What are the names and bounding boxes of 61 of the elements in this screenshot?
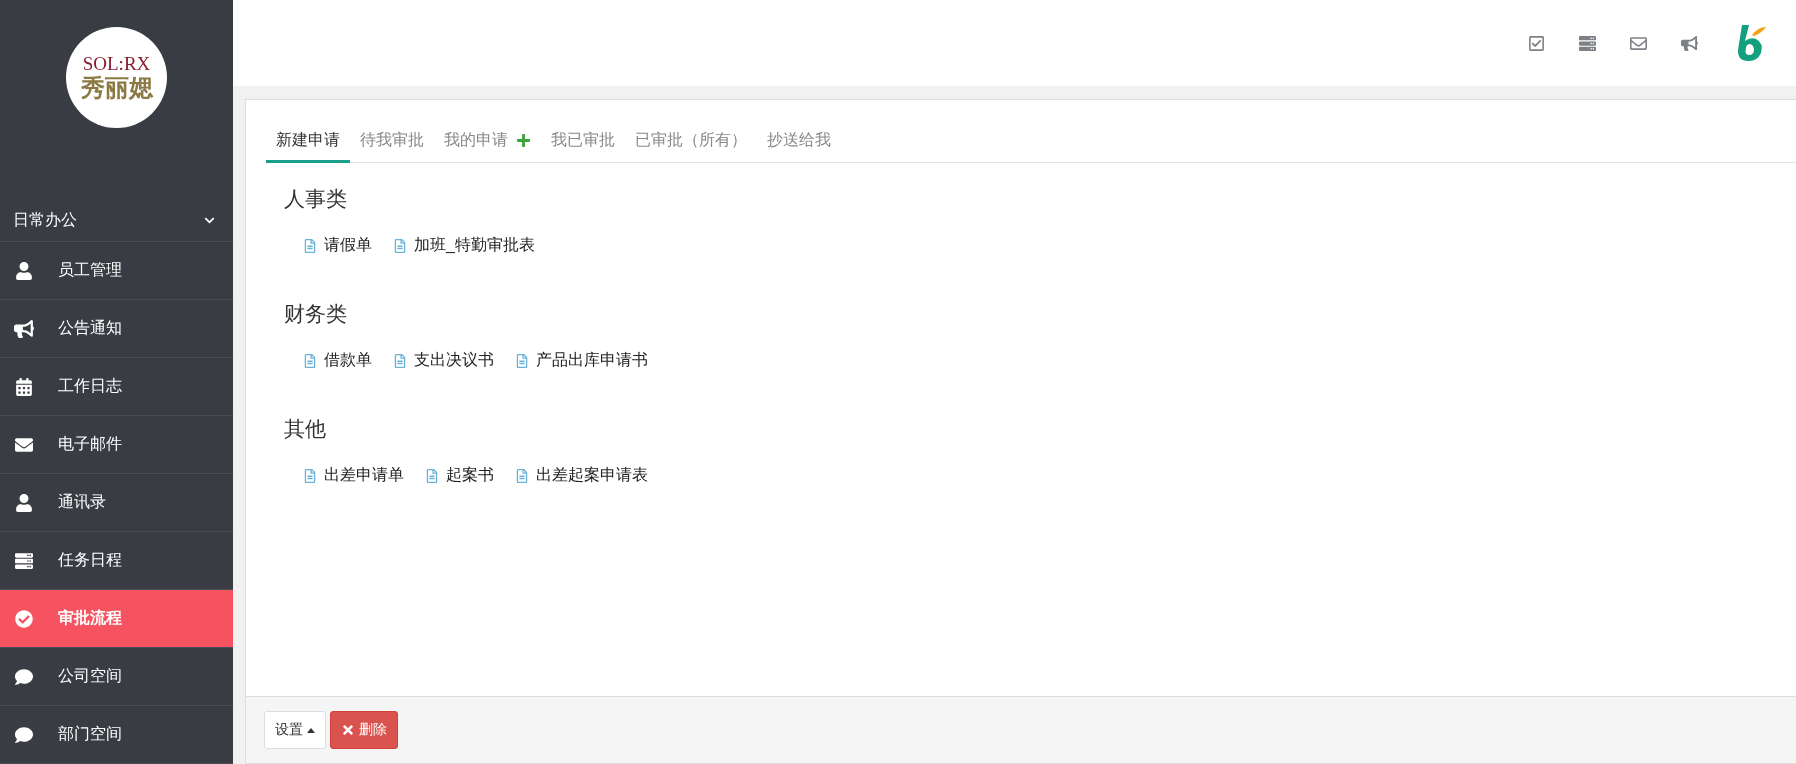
calendar-icon xyxy=(14,377,34,396)
document-icon xyxy=(516,468,528,483)
sidebar-item-label: 公司空间 xyxy=(58,666,122,686)
speech-bubble-icon xyxy=(14,725,34,744)
sidebar-item-label: 员工管理 xyxy=(58,260,122,280)
close-icon xyxy=(341,723,355,737)
logo-brand: SOL:RX xyxy=(82,53,151,73)
sidebar-item[interactable]: 员工管理 xyxy=(0,242,233,300)
sidebar-item[interactable]: 电子邮件 xyxy=(0,416,233,474)
tab[interactable]: 抄送给我 xyxy=(757,124,841,163)
megaphone-icon[interactable] xyxy=(1681,34,1698,52)
person-icon xyxy=(14,493,34,512)
sidebar-item[interactable]: 工作日志 xyxy=(0,358,233,416)
tab[interactable]: 我已审批 xyxy=(541,124,625,163)
caret-icon xyxy=(307,727,315,733)
tab[interactable]: 待我审批 xyxy=(350,124,434,163)
envelope-icon xyxy=(14,435,34,454)
envelope-icon[interactable] xyxy=(1630,34,1647,52)
form-link[interactable]: 请假单 xyxy=(304,235,372,256)
sidebar-item-label: 工作日志 xyxy=(58,376,122,396)
sidebar-item[interactable]: 通讯录 xyxy=(0,474,233,532)
category-title: 财务类 xyxy=(284,301,348,327)
tab[interactable]: 已审批（所有） xyxy=(625,124,757,163)
stack-icon xyxy=(14,551,34,570)
document-icon xyxy=(304,238,316,253)
sidebar-item-label: 通讯录 xyxy=(58,492,106,512)
sidebar-item[interactable]: 公司空间 xyxy=(0,648,233,706)
form-link[interactable]: 出差申请单 xyxy=(304,465,404,486)
delete-button[interactable]: 删除 xyxy=(330,711,398,749)
category-title: 其他 xyxy=(284,416,327,442)
document-icon xyxy=(304,468,316,483)
document-icon xyxy=(426,468,438,483)
form-link[interactable]: 借款单 xyxy=(304,350,372,371)
document-icon xyxy=(304,353,316,368)
form-link[interactable]: 支出决议书 xyxy=(394,350,494,371)
document-icon xyxy=(516,353,528,368)
logo-name: 秀丽媤 xyxy=(80,74,153,102)
sidebar-item-label: 电子邮件 xyxy=(58,434,122,454)
settings-dropdown-button[interactable]: 设置 xyxy=(264,711,326,749)
sidebar-item-label: 审批流程 xyxy=(58,608,122,628)
tab[interactable]: 新建申请 xyxy=(266,124,350,163)
checkbox-icon[interactable] xyxy=(1528,34,1545,52)
form-link[interactable]: 加班_特勤审批表 xyxy=(394,235,535,256)
megaphone-icon xyxy=(14,319,34,338)
sidebar-item[interactable]: 公告通知 xyxy=(0,300,233,358)
sidebar-item-label: 部门空间 xyxy=(58,724,122,744)
sidebar-item-label: 任务日程 xyxy=(58,550,122,570)
document-icon xyxy=(394,238,406,253)
menu-section-label[interactable]: 日常办公 xyxy=(13,210,77,232)
category-title: 人事类 xyxy=(284,186,348,212)
tab[interactable]: 我的申请 xyxy=(434,124,541,163)
plus-icon[interactable] xyxy=(516,133,531,148)
stack-icon[interactable] xyxy=(1579,34,1596,52)
sidebar-item-label: 公告通知 xyxy=(58,318,122,338)
document-icon xyxy=(394,353,406,368)
form-link[interactable]: 产品出库申请书 xyxy=(516,350,648,371)
speech-bubble-icon xyxy=(14,667,34,686)
sidebar-item[interactable]: 部门空间 xyxy=(0,706,233,764)
form-link[interactable]: 出差起案申请表 xyxy=(516,465,648,486)
person-icon xyxy=(14,261,34,280)
form-link[interactable]: 起案书 xyxy=(426,465,494,486)
